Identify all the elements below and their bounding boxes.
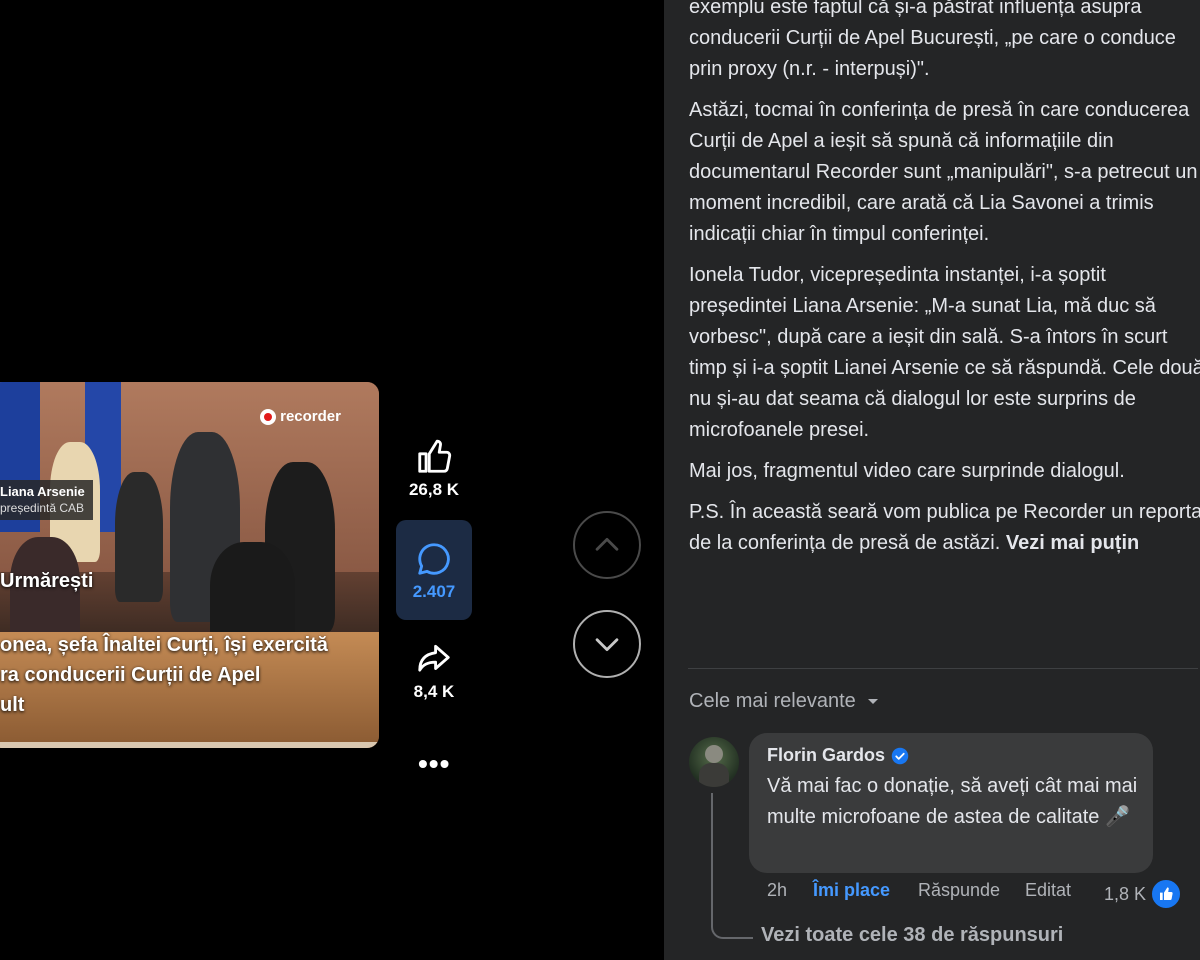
- comment-reply-button[interactable]: Răspunde: [918, 880, 1000, 901]
- thumbs-up-icon: [1160, 887, 1173, 900]
- comment-text: Vă mai fac o donație, să aveți cât mai m…: [767, 775, 1138, 828]
- post-paragraph: Mai jos, fragmentul video care surprinde…: [689, 460, 1125, 482]
- avatar[interactable]: [689, 737, 739, 787]
- post-paragraph: Ionela Tudor, vicepreședinta instanței, …: [689, 264, 1200, 441]
- like-button[interactable]: 26,8 K: [396, 438, 472, 500]
- caption-line: onea, șefa Înaltei Curți, își exercită: [0, 634, 328, 656]
- share-button[interactable]: 8,4 K: [396, 640, 472, 702]
- like-reaction-icon: [1150, 878, 1183, 910]
- recorder-logo: recorder: [260, 408, 341, 425]
- post-paragraph: P.S. În această seară vom publica pe Rec…: [689, 497, 1200, 559]
- brand-text: recorder: [280, 408, 341, 425]
- comment-count: 2.407: [412, 582, 456, 601]
- comment-button[interactable]: 2.407: [396, 520, 472, 620]
- avatar-head: [705, 745, 723, 763]
- post-paragraph: exemplu este faptul că și-a păstrat infl…: [689, 0, 1176, 80]
- caret-down-icon: [867, 698, 878, 704]
- share-count: 8,4 K: [413, 682, 455, 701]
- comment-edited-label[interactable]: Editat: [1025, 880, 1071, 901]
- thumbs-up-icon: [418, 439, 452, 473]
- comment-reactions[interactable]: 1,8 K: [1104, 878, 1183, 910]
- chevron-up-icon: [595, 537, 619, 551]
- post-text: exemplu este faptul că și-a păstrat infl…: [689, 0, 1200, 569]
- comment-time[interactable]: 2h: [767, 880, 787, 901]
- post-paragraph: Astăzi, tocmai în conferința de presă în…: [689, 99, 1198, 245]
- see-less-link[interactable]: Vezi mai puțin: [1006, 532, 1139, 554]
- video-stage: recorder Liana Arsenie președintă CAB Ur…: [0, 0, 664, 960]
- share-arrow-icon: [418, 644, 450, 672]
- reaction-count: 1,8 K: [1104, 883, 1147, 904]
- video-caption: onea, șefa Înaltei Curți, își exercită r…: [0, 630, 370, 720]
- author-name: Florin Gardos: [767, 745, 886, 765]
- reply-thread-line: [711, 793, 753, 939]
- video-figure: [115, 472, 163, 602]
- video-player[interactable]: recorder Liana Arsenie președintă CAB Ur…: [0, 382, 379, 748]
- comment-bubble-icon: [418, 543, 450, 575]
- caption-line: ult: [0, 694, 25, 716]
- verified-badge-icon: [891, 747, 909, 764]
- comment-like-button[interactable]: Îmi place: [813, 880, 890, 901]
- avatar-body: [699, 763, 729, 787]
- video-caption-label: Urmărești: [0, 570, 94, 592]
- view-replies-link[interactable]: Vezi toate cele 38 de răspunsuri: [761, 924, 1063, 947]
- previous-reel-button[interactable]: [573, 511, 641, 579]
- chevron-down-icon: [595, 638, 619, 652]
- name-tag-role: președintă CAB: [0, 501, 85, 515]
- caption-line: ra conducerii Curții de Apel: [0, 664, 261, 686]
- like-count: 26,8 K: [408, 480, 460, 499]
- video-progress-bar[interactable]: [0, 742, 379, 748]
- comment-bubble: Florin Gardos Vă mai fac o donație, să a…: [749, 733, 1153, 873]
- comment-author[interactable]: Florin Gardos: [767, 745, 909, 766]
- record-icon: [260, 408, 277, 425]
- divider: [688, 668, 1198, 669]
- more-options-button[interactable]: •••: [418, 748, 450, 780]
- next-reel-button[interactable]: [573, 610, 641, 678]
- sort-label: Cele mai relevante: [689, 690, 856, 712]
- name-tag-name: Liana Arsenie: [0, 484, 85, 499]
- video-name-tag: Liana Arsenie președintă CAB: [0, 480, 93, 520]
- post-panel: exemplu este faptul că și-a păstrat infl…: [664, 0, 1200, 960]
- comment-sort-dropdown[interactable]: Cele mai relevante: [689, 690, 880, 713]
